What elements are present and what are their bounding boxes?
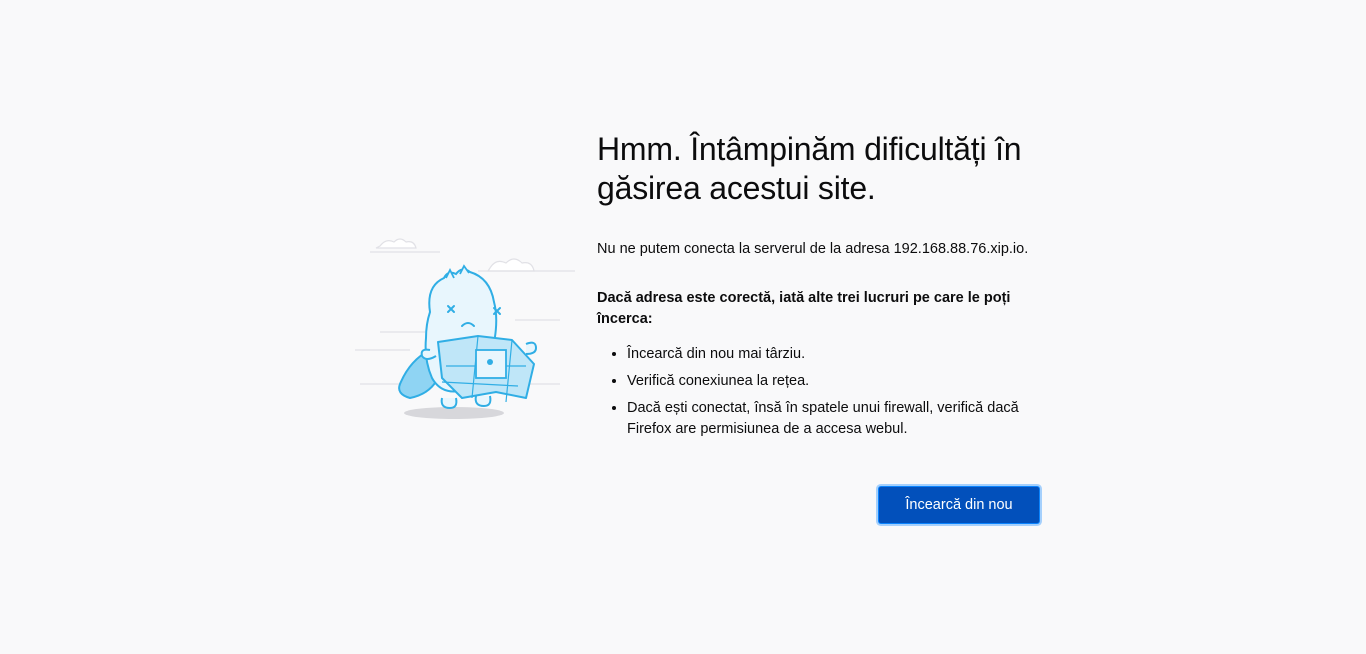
try-again-button[interactable]: Încearcă din nou xyxy=(879,487,1039,523)
lost-dino-with-map-icon xyxy=(355,238,575,419)
error-description: Nu ne putem conecta la serverul de la ad… xyxy=(597,241,1029,257)
page-title: Hmm. Întâmpinăm dificultăți în găsirea a… xyxy=(597,131,1022,206)
suggestion-retry-later: Încearcă din nou mai târziu. xyxy=(627,344,1042,365)
suggestion-check-firewall: Dacă ești conectat, însă în spatele unui… xyxy=(627,398,1042,440)
error-content: Hmm. Întâmpinăm dificultăți în găsirea a… xyxy=(597,130,1042,446)
suggestion-check-connection: Verifică conexiunea la rețea. xyxy=(627,371,1042,392)
suggestions-heading: Dacă adresa este corectă, iată alte trei… xyxy=(597,290,1011,327)
error-page: Hmm. Întâmpinăm dificultăți în găsirea a… xyxy=(0,0,1366,654)
suggestions-list: Încearcă din nou mai târziu. Verifică co… xyxy=(597,344,1042,440)
